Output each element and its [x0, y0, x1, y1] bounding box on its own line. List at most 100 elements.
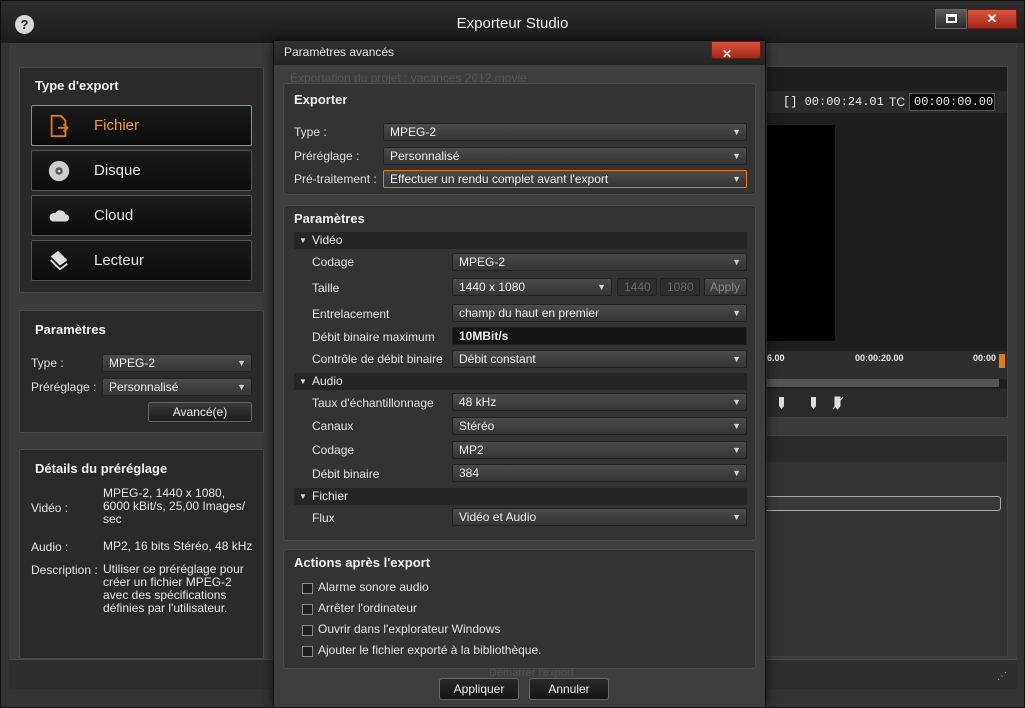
channels-value: Stéréo: [459, 419, 495, 433]
stream-value: Vidéo et Audio: [459, 510, 537, 524]
advanced-button[interactable]: Avancé(e): [148, 402, 252, 422]
export-type-panel: Type d'export Fichier Disque Cloud Lecte: [19, 67, 264, 293]
max-bitrate-value: 10MBit/s: [459, 329, 509, 343]
chevron-down-icon: ▼: [237, 358, 246, 368]
export-type-disc-button[interactable]: Disque: [31, 150, 252, 191]
export-type-file-button[interactable]: Fichier: [31, 105, 252, 146]
checkbox-open-explorer[interactable]: [302, 625, 313, 636]
max-bitrate-slider[interactable]: 10MBit/s: [452, 327, 747, 345]
export-type-device-label: Lecteur: [94, 252, 145, 269]
open-explorer-label: Ouvrir dans l'explorateur Windows: [318, 622, 501, 636]
video-codec-select[interactable]: MPEG-2 ▼: [452, 253, 747, 271]
preset-details-panel: Détails du préréglage Vidéo : MPEG-2, 14…: [19, 449, 264, 659]
chevron-down-icon: ▼: [732, 445, 741, 455]
chevron-down-icon: ▼: [732, 174, 741, 184]
progress-bar: [767, 496, 1001, 511]
pretreat-label: Pré-traitement :: [294, 172, 377, 186]
max-bitrate-label: Débit binaire maximum: [312, 330, 435, 344]
resize-grip-icon[interactable]: ⋰: [997, 671, 1011, 685]
details-audio-label: Audio :: [31, 540, 69, 554]
device-icon: [50, 250, 68, 271]
pretreat-select[interactable]: Effectuer un rendu complet avant l'expor…: [383, 170, 747, 188]
cloud-icon: [49, 210, 70, 222]
audio-codec-value: MP2: [459, 443, 484, 457]
chevron-down-icon: ▼: [732, 257, 741, 267]
maximize-button[interactable]: [935, 9, 967, 29]
channels-label: Canaux: [312, 419, 354, 433]
height-field: 1080: [660, 278, 700, 296]
playhead[interactable]: [999, 354, 1005, 368]
parameters-section: Paramètres ▼ Vidéo Codage MPEG-2 ▼ Taille …: [283, 205, 756, 541]
details-video-value: MPEG-2, 1440 x 1080, 6000 kBit/s, 25,00 …: [103, 486, 246, 526]
details-description-label: Description :: [31, 563, 98, 577]
marker-controls: [767, 389, 1007, 417]
checkbox-audio-alarm[interactable]: [302, 583, 313, 594]
export-type-cloud-label: Cloud: [94, 207, 134, 224]
export-type-file-label: Fichier: [94, 117, 140, 134]
details-description-value: Utiliser ce préréglage pour créer un fic…: [103, 562, 244, 615]
preset-label: Préréglage :: [31, 380, 97, 394]
export-type-title: Type d'export: [35, 78, 119, 93]
pretreat-select-value: Effectuer un rendu complet avant l'expor…: [390, 172, 609, 186]
export-preset-select[interactable]: Personnalisé ▼: [383, 147, 747, 165]
video-codec-value: MPEG-2: [459, 255, 506, 269]
parameters-section-title: Paramètres: [294, 211, 365, 226]
shutdown-label: Arrêter l'ordinateur: [318, 601, 417, 615]
preset-select[interactable]: Personnalisé ▼: [102, 378, 252, 396]
file-group-header[interactable]: ▼ Fichier: [294, 488, 747, 505]
chevron-down-icon: ▼: [732, 468, 741, 478]
cancel-button[interactable]: Annuler: [529, 678, 609, 700]
chevron-down-icon: ▼: [732, 354, 741, 364]
timeline-scrubber[interactable]: [767, 379, 999, 387]
chevron-down-icon: ▼: [597, 282, 606, 292]
export-preset-select-value: Personnalisé: [390, 149, 460, 163]
apply-size-button: Apply: [704, 278, 747, 296]
export-type-select-value: MPEG-2: [390, 125, 437, 139]
tc-label: TC: [889, 95, 905, 109]
sample-rate-label: Taux d'échantillonnage: [312, 396, 434, 410]
export-type-disc-label: Disque: [94, 162, 141, 179]
export-type-device-button[interactable]: Lecteur: [31, 240, 252, 281]
checkbox-shutdown[interactable]: [302, 604, 313, 615]
size-label: Taille: [312, 281, 340, 295]
size-select[interactable]: 1440 x 1080 ▼: [452, 278, 612, 296]
export-type-cloud-button[interactable]: Cloud: [31, 195, 252, 236]
dialog-close-button[interactable]: ✕: [711, 41, 761, 61]
type-select-value: MPEG-2: [109, 356, 156, 370]
post-export-actions-section: Actions après l'export Alarme sonore aud…: [283, 549, 756, 669]
audio-codec-label: Codage: [312, 443, 355, 457]
type-select[interactable]: MPEG-2 ▼: [102, 354, 252, 372]
sample-rate-select[interactable]: 48 kHz ▼: [452, 393, 747, 411]
progress-header: [767, 436, 1007, 462]
width-field: 1440: [617, 278, 657, 296]
checkbox-add-to-library[interactable]: [302, 646, 313, 657]
close-button[interactable]: ✕: [967, 9, 1017, 29]
size-value: 1440 x 1080: [459, 280, 526, 294]
title-bar: ? Exporteur Studio ✕: [1, 1, 1024, 43]
audio-codec-select[interactable]: MP2 ▼: [452, 441, 747, 459]
sample-rate-value: 48 kHz: [459, 395, 497, 409]
audio-group-header[interactable]: ▼ Audio: [294, 373, 747, 390]
chevron-down-icon: ▼: [732, 308, 741, 318]
timeline-ruler: 6.00 00:00:20.00 00:00: [767, 351, 1007, 379]
marker-icon[interactable]: [777, 395, 847, 411]
tc-input[interactable]: 00:00:00.00: [909, 93, 995, 111]
rate-control-select[interactable]: Débit constant ▼: [452, 350, 747, 368]
export-type-select[interactable]: MPEG-2 ▼: [383, 123, 747, 141]
interlace-select[interactable]: champ du haut en premier ▼: [452, 304, 747, 322]
video-preview: [767, 125, 835, 341]
apply-button[interactable]: Appliquer: [439, 678, 519, 700]
window-title: Exporteur Studio: [456, 15, 569, 32]
audio-bitrate-select[interactable]: 384 ▼: [452, 464, 747, 482]
close-icon: ✕: [722, 47, 733, 61]
chevron-down-icon: ▼: [732, 512, 741, 522]
chevron-down-icon: ▼: [732, 151, 741, 161]
video-group-header[interactable]: ▼ Vidéo: [294, 232, 747, 249]
dialog-title: Paramètres avancés: [284, 45, 395, 59]
channels-select[interactable]: Stéréo ▼: [452, 417, 747, 435]
stream-select[interactable]: Vidéo et Audio ▼: [452, 508, 747, 526]
audio-alarm-label: Alarme sonore audio: [318, 580, 429, 594]
details-video-label: Vidéo :: [31, 501, 69, 515]
preview-panel: [] 00:00:24.01 TC 00:00:00.00 6.00 00:00…: [766, 66, 1008, 418]
maximize-icon: [945, 14, 957, 23]
